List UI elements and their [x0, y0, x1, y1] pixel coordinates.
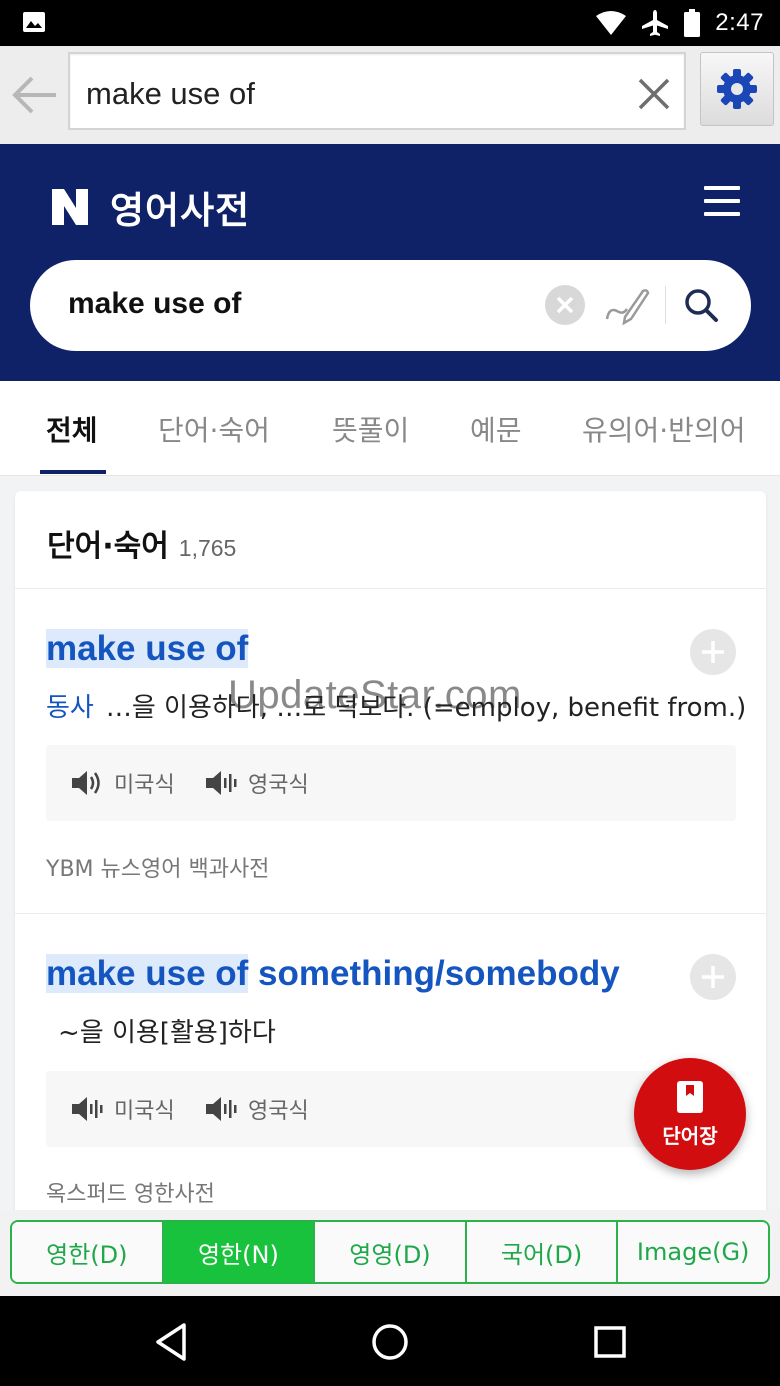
back-button[interactable]	[10, 68, 60, 122]
clear-search-icon[interactable]	[545, 285, 585, 325]
speaker-wave-icon	[206, 771, 237, 795]
tab-words-idioms[interactable]: 단어·숙어	[158, 409, 270, 449]
wordbook-label: 단어장	[662, 1123, 718, 1148]
pronunciation-uk-button[interactable]: 영국식	[204, 1093, 309, 1125]
pronunciation-uk-label: 영국식	[248, 1099, 309, 1124]
bookmark-book-icon	[677, 1080, 703, 1113]
search-bar[interactable]: make use of	[30, 260, 751, 351]
pronunciation-uk-button[interactable]: 영국식	[204, 767, 309, 799]
add-to-wordbook-button[interactable]	[690, 954, 736, 1000]
query-input[interactable]: make use of	[68, 52, 686, 130]
divider	[15, 913, 766, 914]
query-input-value: make use of	[86, 76, 255, 111]
gear-icon	[717, 69, 757, 109]
dictionary-header: 영어사전 make use of	[0, 144, 780, 381]
dict-tab-en-ko-n[interactable]: 영한(N)	[163, 1222, 316, 1282]
navigation-bar	[0, 1296, 780, 1386]
entry-headword[interactable]: make use of something/somebody	[46, 954, 620, 994]
wordbook-fab[interactable]: 단어장	[634, 1058, 746, 1170]
settings-button[interactable]	[700, 52, 774, 126]
search-divider	[665, 286, 666, 324]
dict-tab-image-g[interactable]: Image(G)	[618, 1222, 768, 1282]
nav-recents-icon[interactable]	[588, 1320, 632, 1364]
arrow-left-icon	[12, 76, 56, 114]
pronunciation-box: 미국식 영국식	[46, 745, 736, 821]
menu-button[interactable]	[704, 186, 740, 216]
airplane-mode-icon	[642, 10, 669, 36]
result-tabs: 전체 단어·숙어 뜻풀이 예문 유의어·반의어	[0, 381, 780, 476]
pronunciation-box: 미국식 영국식	[46, 1071, 736, 1147]
dict-tab-en-en-d[interactable]: 영영(D)	[315, 1222, 467, 1282]
meaning-text: ~을 이용[활용]하다	[58, 1018, 276, 1048]
dict-tab-en-ko-d[interactable]: 영한(D)	[12, 1222, 164, 1282]
meaning-text: …을 이용하다, …로 덕보다. (=employ, benefit from.…	[105, 693, 747, 723]
status-time: 2:47	[715, 9, 764, 36]
brand[interactable]: 영어사전	[50, 180, 250, 234]
section-header: 단어·숙어 1,765	[47, 521, 236, 565]
divider	[15, 588, 766, 589]
result-count: 1,765	[178, 535, 237, 561]
entry-meaning: 동사 …을 이용하다, …로 덕보다. (=employ, benefit fro…	[46, 687, 746, 724]
wifi-icon	[596, 11, 627, 35]
entry-headword[interactable]: make use of	[46, 629, 249, 669]
status-bar: 2:47	[0, 0, 780, 46]
add-to-wordbook-button[interactable]	[690, 629, 736, 675]
app-toolbar: make use of	[0, 46, 780, 144]
handwriting-icon[interactable]	[603, 283, 651, 327]
headword-rest: something/somebody	[248, 954, 620, 993]
speaker-wave-icon	[206, 1097, 237, 1121]
part-of-speech: 동사	[46, 693, 94, 723]
entry-source[interactable]: YBM 뉴스영어 백과사전	[46, 851, 269, 883]
clear-query-icon[interactable]	[634, 74, 674, 114]
active-tab-indicator	[40, 470, 106, 474]
pronunciation-us-button[interactable]: 미국식	[70, 1093, 175, 1125]
dictionary-switcher: 영한(D) 영한(N) 영영(D) 국어(D) Image(G)	[0, 1210, 780, 1296]
search-input[interactable]: make use of	[68, 287, 241, 321]
section-title: 단어·숙어	[47, 529, 169, 564]
pronunciation-us-label: 미국식	[114, 1099, 175, 1124]
dict-tab-korean-d[interactable]: 국어(D)	[466, 1222, 619, 1282]
nav-back-icon[interactable]	[150, 1320, 194, 1364]
speaker-icon	[72, 771, 100, 795]
pronunciation-us-button[interactable]: 미국식	[70, 767, 175, 799]
search-icon[interactable]	[681, 285, 721, 325]
dictionary-title: 영어사전	[110, 189, 251, 232]
nav-home-icon[interactable]	[368, 1320, 412, 1364]
gallery-notification-icon	[23, 12, 45, 32]
tab-all[interactable]: 전체	[46, 409, 98, 449]
entry-source[interactable]: 옥스퍼드 영한사전	[46, 1176, 215, 1208]
pronunciation-uk-label: 영국식	[248, 773, 309, 798]
headword-match: make use of	[46, 954, 249, 993]
naver-logo-icon	[52, 189, 88, 225]
speaker-wave-icon	[72, 1097, 103, 1121]
tab-definitions[interactable]: 뜻풀이	[332, 409, 409, 449]
pronunciation-us-label: 미국식	[114, 773, 175, 798]
tab-synonyms-antonyms[interactable]: 유의어·반의어	[582, 409, 745, 449]
battery-icon	[684, 9, 701, 37]
tab-examples[interactable]: 예문	[470, 409, 522, 449]
entry-meaning: ~을 이용[활용]하다	[46, 1012, 276, 1049]
headword-match: make use of	[46, 629, 249, 668]
